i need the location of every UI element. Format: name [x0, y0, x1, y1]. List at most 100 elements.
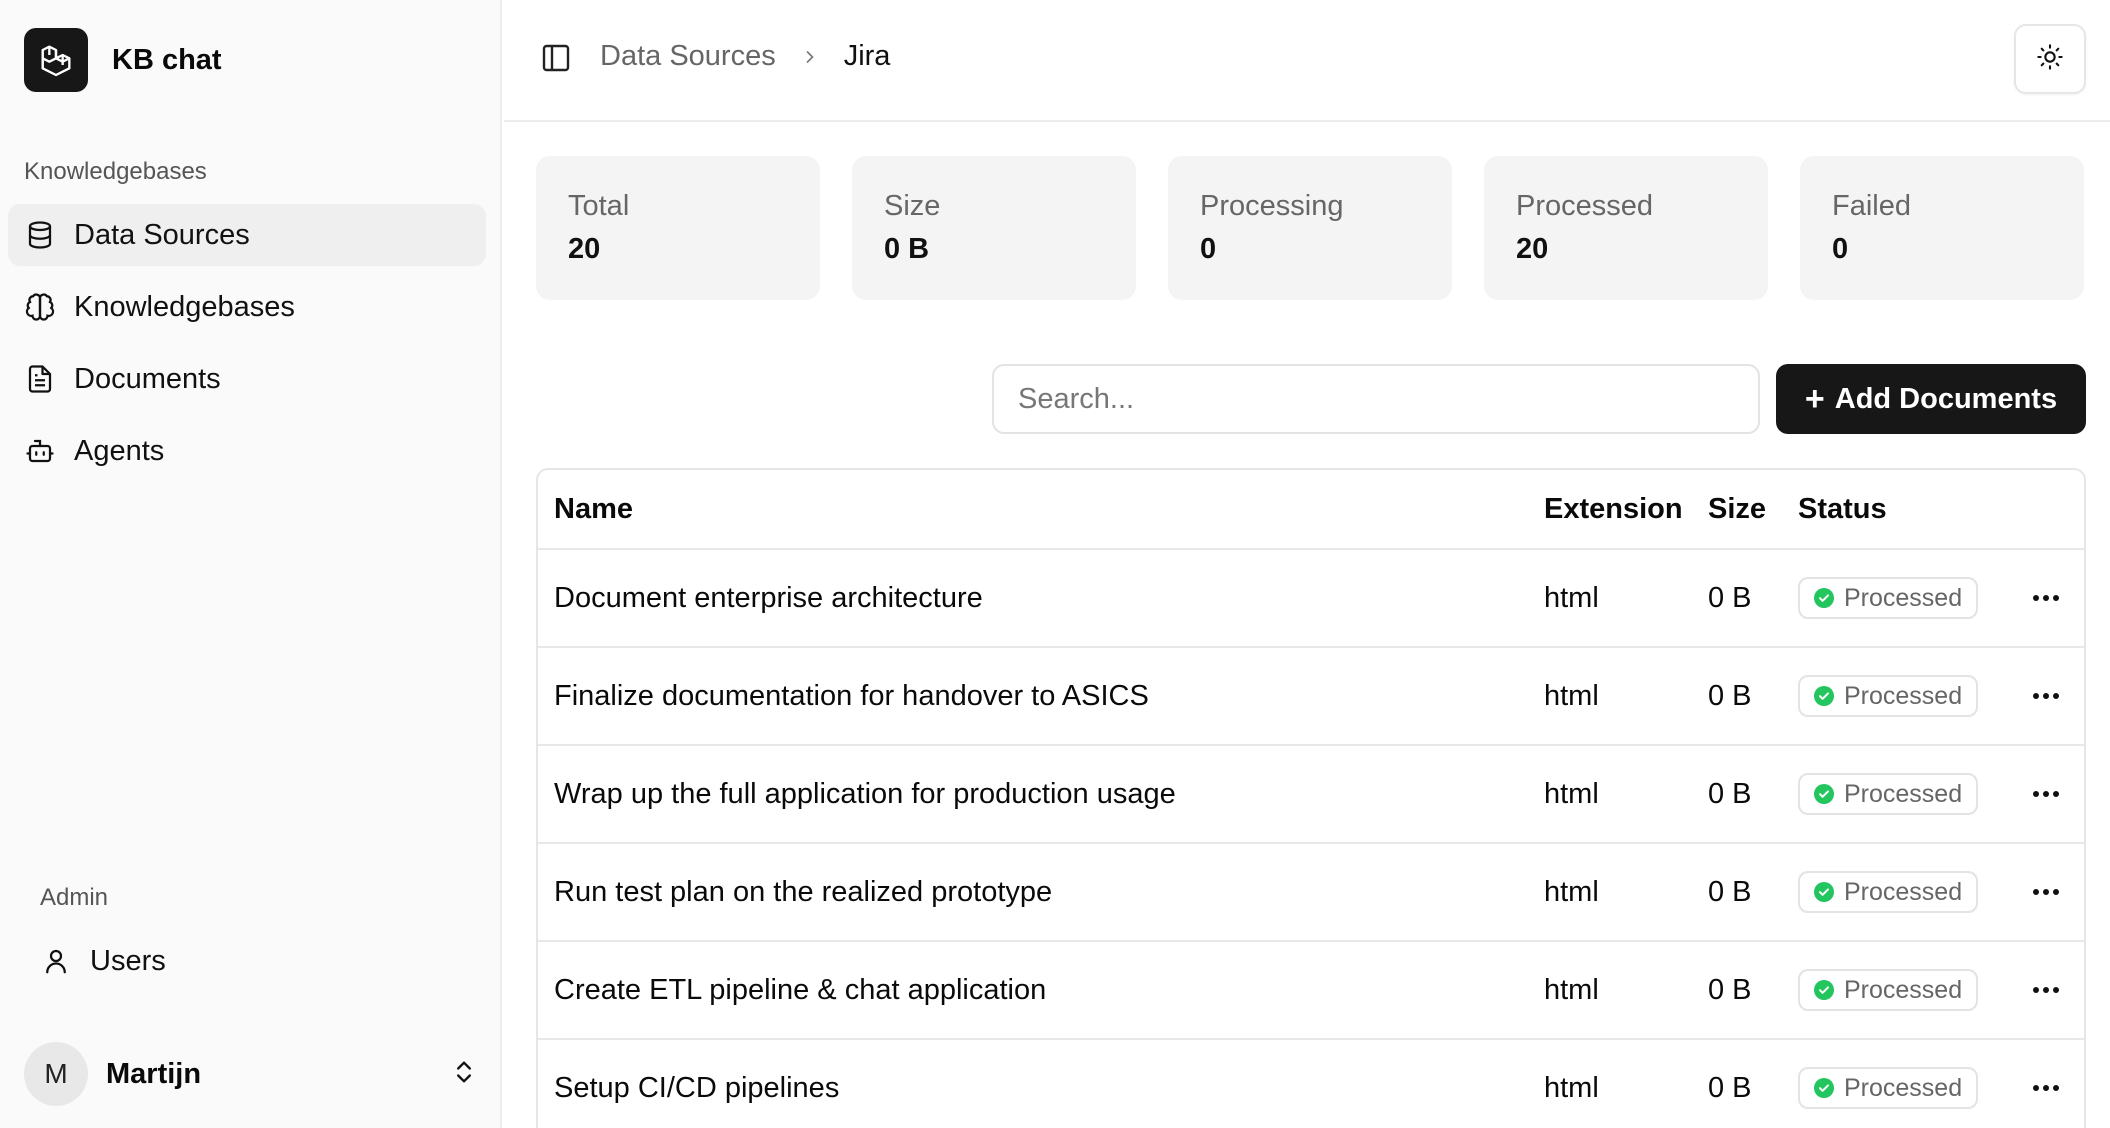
status-label: Processed: [1844, 975, 1963, 1004]
search-input[interactable]: [992, 364, 1760, 434]
table-row[interactable]: Finalize documentation for handover to A…: [538, 648, 2084, 746]
check-circle-icon: [1814, 784, 1834, 804]
sidebar-item-label: Documents: [74, 362, 221, 395]
stat-label: Total: [568, 190, 630, 222]
user-name: Martijn: [106, 1057, 202, 1090]
sidebar-item-data-sources[interactable]: Data Sources: [8, 204, 486, 266]
breadcrumb: Data Sources Jira: [600, 40, 890, 73]
more-horizontal-icon: [2033, 889, 2059, 895]
breadcrumb-current: Jira: [843, 40, 891, 72]
row-extension: html: [1544, 875, 1599, 908]
row-extension: html: [1544, 973, 1599, 1006]
admin-group-label: Admin: [40, 884, 109, 911]
more-horizontal-icon: [2033, 1085, 2059, 1091]
document-icon: [24, 363, 56, 395]
check-circle-icon: [1814, 1078, 1834, 1098]
sidebar-group-label: Knowledgebases: [24, 158, 207, 185]
row-extension: html: [1544, 777, 1599, 810]
check-circle-icon: [1814, 980, 1834, 1000]
row-size: 0 B: [1708, 973, 1752, 1006]
sidebar-item-documents[interactable]: Documents: [8, 348, 486, 410]
status-label: Processed: [1844, 1073, 1963, 1102]
table-row[interactable]: Setup CI/CD pipelines html 0 B Processed: [538, 1040, 2084, 1128]
more-horizontal-icon: [2033, 987, 2059, 993]
logo-icon: [24, 28, 88, 92]
sidebar-item-label: Users: [90, 944, 166, 977]
row-actions-button[interactable]: [2026, 942, 2066, 1038]
stat-value: 20: [568, 233, 601, 265]
column-header-status[interactable]: Status: [1798, 470, 1887, 548]
row-name: Wrap up the full application for product…: [554, 777, 1176, 810]
row-size: 0 B: [1708, 1071, 1752, 1104]
table-header: Name Extension Size Status: [538, 470, 2084, 550]
row-status: Processed: [1798, 844, 1979, 940]
column-header-extension[interactable]: Extension: [1544, 470, 1683, 548]
add-documents-button[interactable]: + Add Documents: [1776, 364, 2086, 434]
stat-value: 0: [1200, 233, 1217, 265]
main-content: Data Sources Jira Total 20 Size 0 B Proc…: [504, 0, 2110, 1128]
table-row[interactable]: Document enterprise architecture html 0 B P…: [538, 550, 2084, 648]
column-header-name[interactable]: Name: [554, 470, 633, 548]
row-name: Run test plan on the realized prototype: [554, 875, 1053, 908]
row-size: 0 B: [1708, 679, 1752, 712]
row-name: Create ETL pipeline & chat application: [554, 973, 1047, 1006]
sidebar: KB chat Knowledgebases Data Sources Know…: [0, 0, 502, 1128]
column-header-size[interactable]: Size: [1708, 470, 1766, 548]
check-circle-icon: [1814, 686, 1834, 706]
stat-label: Processed: [1516, 190, 1654, 222]
chevron-right-icon: [800, 47, 820, 67]
row-actions-button[interactable]: [2026, 1040, 2066, 1128]
status-label: Processed: [1844, 681, 1963, 710]
sidebar-item-knowledgebases[interactable]: Knowledgebases: [8, 276, 486, 338]
row-actions-button[interactable]: [2026, 844, 2066, 940]
status-label: Processed: [1844, 779, 1963, 808]
chevrons-up-down-icon: [450, 1058, 478, 1091]
row-size: 0 B: [1708, 581, 1752, 614]
stat-value: 0 B: [884, 233, 930, 265]
row-actions-button[interactable]: [2026, 550, 2066, 646]
theme-toggle-button[interactable]: [2014, 24, 2086, 94]
sidebar-item-label: Agents: [74, 434, 165, 467]
row-status: Processed: [1798, 648, 1979, 744]
more-horizontal-icon: [2033, 693, 2059, 699]
check-circle-icon: [1814, 588, 1834, 608]
sidebar-nav: Data Sources Knowledgebases Documents Ag…: [8, 204, 486, 492]
stat-card-failed: Failed 0: [1800, 156, 2084, 300]
row-actions-button[interactable]: [2026, 746, 2066, 842]
database-icon: [24, 219, 56, 251]
status-label: Processed: [1844, 583, 1963, 612]
sun-icon: [2036, 43, 2064, 76]
sidebar-item-agents[interactable]: Agents: [8, 420, 486, 482]
stat-card-processing: Processing 0: [1168, 156, 1452, 300]
table-row[interactable]: Run test plan on the realized prototype h…: [538, 844, 2084, 942]
plus-icon: +: [1804, 379, 1825, 418]
stat-label: Processing: [1200, 190, 1344, 222]
status-badge: Processed: [1798, 577, 1979, 619]
app-name: KB chat: [112, 43, 222, 76]
row-status: Processed: [1798, 550, 1979, 646]
breadcrumb-data-sources[interactable]: Data Sources: [600, 40, 776, 73]
brain-icon: [24, 291, 56, 323]
stat-card-total: Total 20: [536, 156, 820, 300]
row-actions-button[interactable]: [2026, 648, 2066, 744]
brand[interactable]: KB chat: [24, 28, 222, 92]
stat-card-size: Size 0 B: [852, 156, 1136, 300]
stat-value: 0: [1832, 233, 1849, 265]
stat-label: Failed: [1832, 190, 1911, 222]
stats-row: Total 20 Size 0 B Processing 0 Processed…: [536, 156, 2084, 300]
sidebar-toggle-icon[interactable]: [540, 42, 572, 74]
bot-icon: [24, 435, 56, 467]
table-row[interactable]: Wrap up the full application for product…: [538, 746, 2084, 844]
row-extension: html: [1544, 679, 1599, 712]
row-name: Finalize documentation for handover to A…: [554, 679, 1149, 712]
sidebar-item-label: Knowledgebases: [74, 290, 295, 323]
user-menu[interactable]: M Martijn: [24, 1040, 478, 1108]
stat-card-processed: Processed 20: [1484, 156, 1768, 300]
check-circle-icon: [1814, 882, 1834, 902]
sidebar-item-users[interactable]: Users: [24, 930, 502, 992]
add-documents-label: Add Documents: [1834, 382, 2058, 415]
topbar: Data Sources Jira: [504, 0, 2110, 122]
status-badge: Processed: [1798, 871, 1979, 913]
table-row[interactable]: Create ETL pipeline & chat application ht…: [538, 942, 2084, 1040]
status-badge: Processed: [1798, 969, 1979, 1011]
